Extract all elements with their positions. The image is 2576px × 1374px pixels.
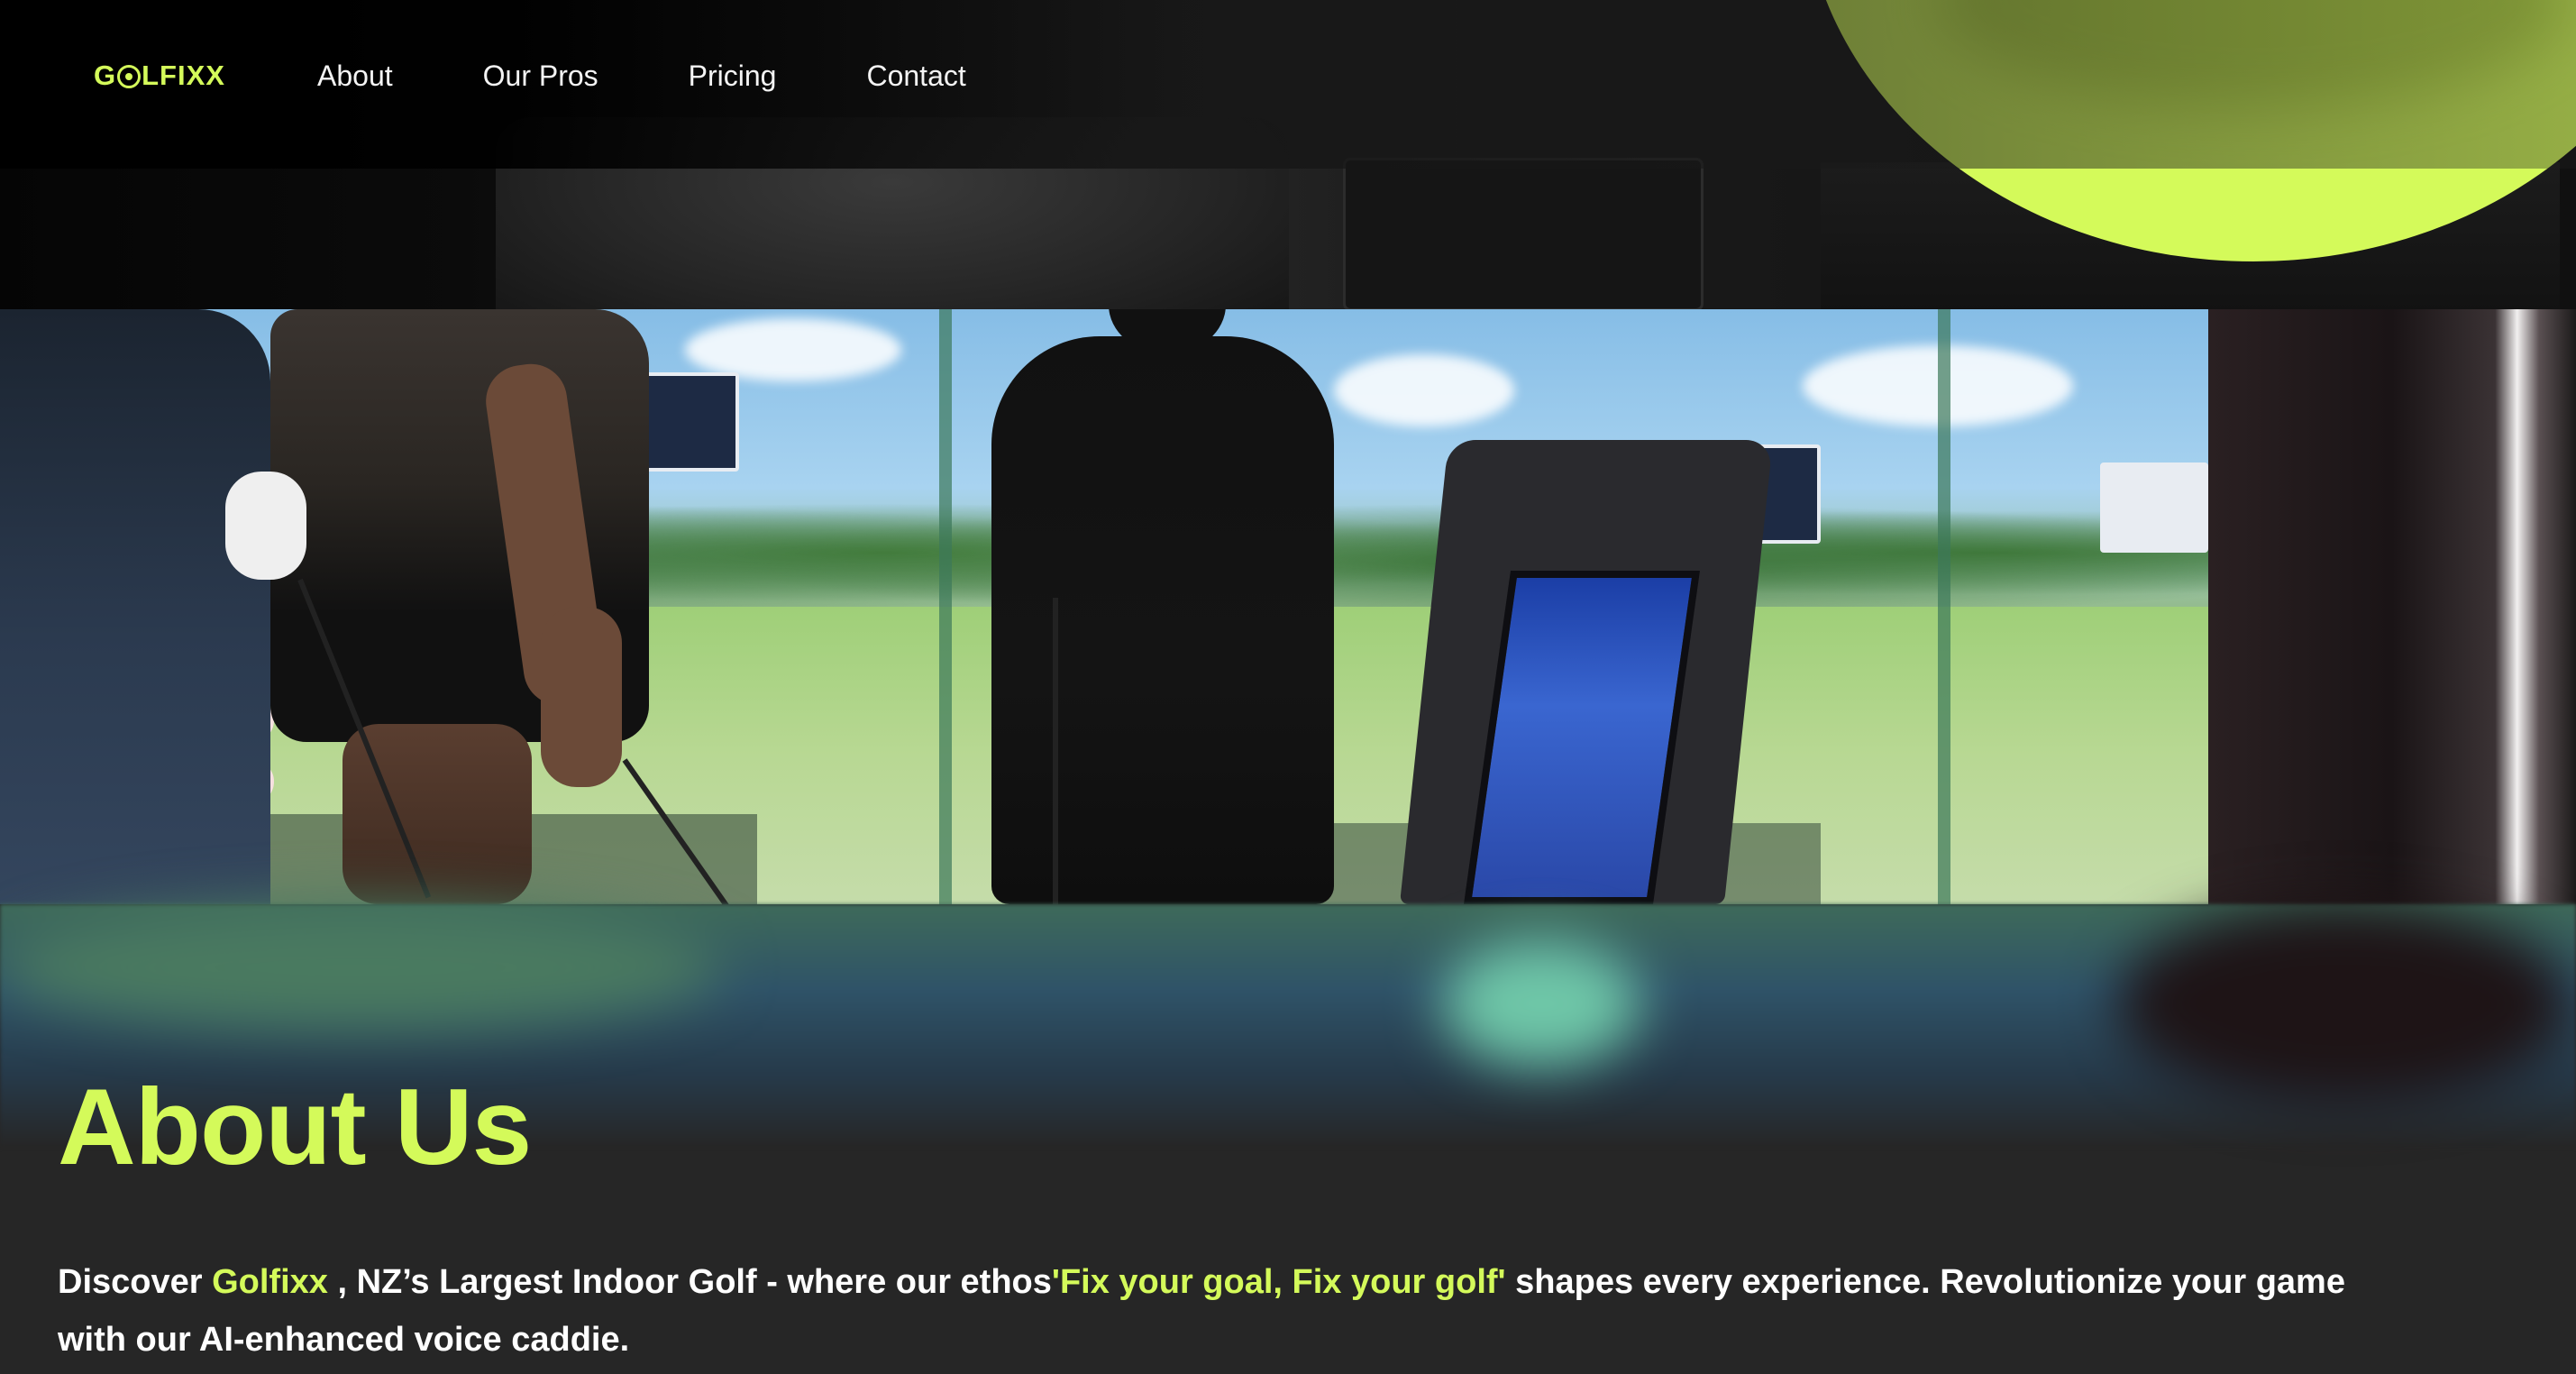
golf-ball-icon — [117, 65, 142, 88]
cloud — [1334, 354, 1514, 426]
nav-links: About Our Pros Pricing Contact — [317, 58, 1056, 94]
nav-link-contact[interactable]: Contact — [866, 58, 965, 94]
hero-monitor — [1343, 158, 1704, 309]
screen-pole — [1938, 309, 1950, 904]
about-text-part: , NZ’s Largest Indoor Golf - where our e… — [327, 1263, 1052, 1301]
person-right — [991, 336, 1334, 904]
about-text-part: Discover — [58, 1263, 213, 1301]
reflection-blob — [2118, 904, 2569, 1103]
nav-link-about[interactable]: About — [317, 58, 393, 94]
logo-text-right: LFIXX — [142, 60, 225, 91]
person-left — [0, 309, 270, 904]
dark-wall — [2208, 309, 2576, 904]
logo-text-left: G — [94, 60, 117, 91]
logo[interactable]: G LFIXX — [94, 60, 225, 92]
ethos-quote: 'Fix your goal, Fix your golf' — [1051, 1263, 1506, 1301]
reflection-blob — [0, 904, 721, 1030]
billboard — [2100, 463, 2208, 553]
nav-link-our-pros[interactable]: Our Pros — [483, 58, 598, 94]
nav-link-pricing[interactable]: Pricing — [689, 58, 777, 94]
arm — [541, 607, 622, 787]
page: G LFIXX About Our Pros Pricing Contact A… — [0, 0, 2576, 1374]
screen-pole — [939, 309, 952, 904]
reflection-blob — [1442, 940, 1640, 1067]
about-description: Discover Golfixx , NZ’s Largest Indoor G… — [58, 1253, 2401, 1369]
golf-club — [1053, 598, 1058, 904]
about-title: About Us — [58, 1067, 532, 1187]
navbar: G LFIXX About Our Pros Pricing Contact — [0, 0, 2576, 169]
brand-name: Golfixx — [212, 1263, 328, 1301]
glove — [225, 472, 306, 580]
hero-photo — [0, 309, 2576, 904]
